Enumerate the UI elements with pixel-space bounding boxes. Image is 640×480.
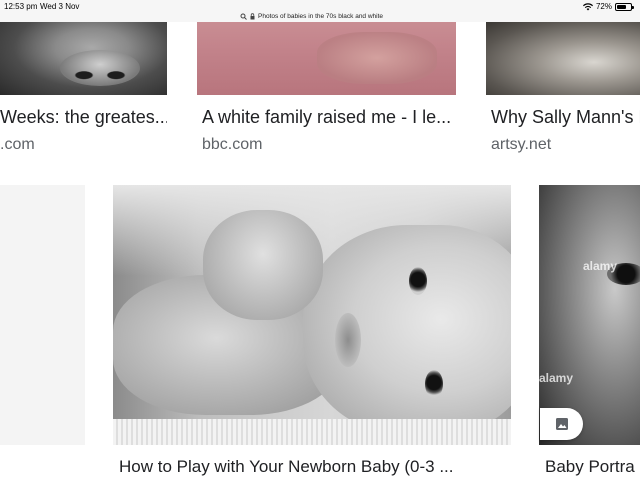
wifi-icon bbox=[582, 2, 593, 10]
result-image-placeholder[interactable] bbox=[0, 185, 85, 445]
address-text: Photos of babies in the 70s black and wh… bbox=[258, 12, 384, 20]
result-source-3[interactable]: artsy.net bbox=[491, 136, 551, 154]
result-title-2[interactable]: A white family raised me - I le... bbox=[202, 107, 456, 128]
status-bar: 12:53 pm Wed 3 Nov 72% Photos of babies … bbox=[0, 0, 640, 22]
result-source-2[interactable]: bbc.com bbox=[202, 136, 262, 154]
address-bar[interactable]: Photos of babies in the 70s black and wh… bbox=[240, 11, 383, 21]
watermark: alamy bbox=[539, 371, 574, 385]
image-content bbox=[203, 210, 323, 320]
watermark: alamy bbox=[583, 259, 618, 273]
result-image-1[interactable] bbox=[0, 22, 167, 95]
result-title-1[interactable]: Weeks: the greates... bbox=[0, 107, 167, 128]
lock-icon bbox=[250, 12, 255, 19]
battery-percent: 72% bbox=[595, 2, 612, 11]
result-title-4[interactable]: How to Play with Your Newborn Baby (0-3 … bbox=[119, 457, 479, 477]
search-icon bbox=[240, 13, 247, 20]
status-indicators: 72% bbox=[582, 1, 634, 12]
result-title-3[interactable]: Why Sally Mann's P bbox=[491, 107, 640, 128]
result-image-4[interactable] bbox=[113, 185, 511, 445]
result-image-3[interactable] bbox=[486, 22, 640, 95]
status-date: Wed 3 Nov bbox=[40, 2, 80, 11]
image-search-button[interactable] bbox=[540, 408, 583, 440]
battery-level bbox=[617, 4, 627, 9]
image-content bbox=[317, 32, 437, 84]
result-title-5[interactable]: Baby Portra bbox=[545, 457, 640, 477]
image-content bbox=[60, 50, 140, 86]
image-content bbox=[425, 370, 443, 398]
battery-icon bbox=[615, 2, 634, 11]
image-content bbox=[335, 313, 361, 367]
image-content bbox=[113, 419, 511, 445]
result-source-1[interactable]: .com bbox=[0, 136, 35, 154]
image-icon bbox=[555, 418, 568, 430]
image-content bbox=[409, 267, 427, 295]
status-time: 12:53 pm bbox=[4, 2, 38, 11]
result-image-2[interactable] bbox=[197, 22, 456, 95]
result-image-5[interactable]: alamy alamy bbox=[539, 185, 640, 445]
image-content bbox=[303, 225, 511, 435]
